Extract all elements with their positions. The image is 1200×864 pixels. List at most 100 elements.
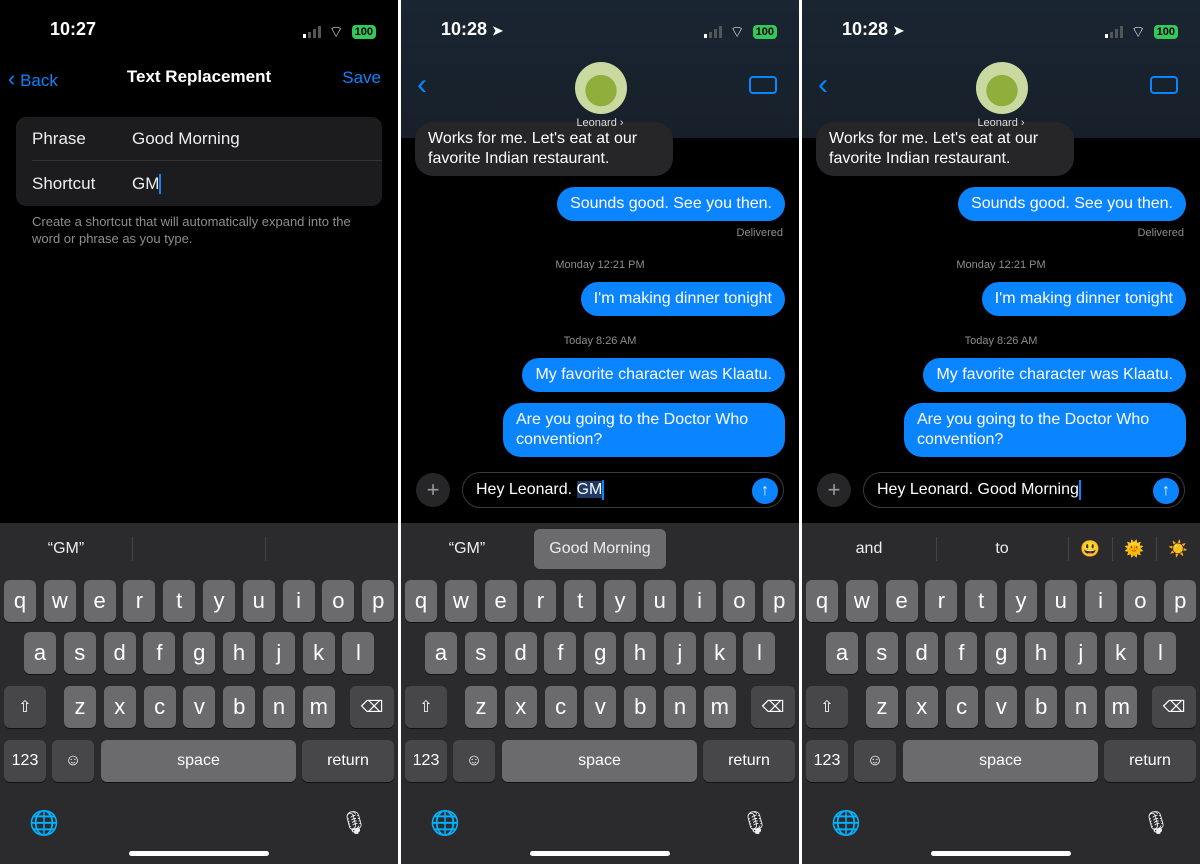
key-w[interactable]: w xyxy=(444,580,477,622)
back-chevron-icon[interactable]: ‹ xyxy=(417,70,427,100)
key-l[interactable]: l xyxy=(342,632,375,674)
key-d[interactable]: d xyxy=(905,632,938,674)
key-h[interactable]: h xyxy=(624,632,656,674)
key-u[interactable]: u xyxy=(643,580,676,622)
shift-key[interactable]: ⇧ xyxy=(806,686,848,728)
key-y[interactable]: y xyxy=(203,580,235,622)
message-input[interactable]: Hey Leonard. GM xyxy=(462,472,784,508)
key-j[interactable]: j xyxy=(262,632,295,674)
key-d[interactable]: d xyxy=(504,632,537,674)
key-b[interactable]: b xyxy=(1025,686,1058,728)
key-o[interactable]: o xyxy=(1124,580,1157,622)
key-p[interactable]: p xyxy=(1164,580,1197,622)
suggestion-item[interactable]: and xyxy=(802,523,936,575)
return-key[interactable]: return xyxy=(302,740,394,782)
key-i[interactable]: i xyxy=(683,580,716,622)
key-r[interactable]: r xyxy=(524,580,557,622)
emoji-key[interactable]: ☺ xyxy=(52,740,94,782)
key-q[interactable]: q xyxy=(405,580,437,622)
key-w[interactable]: w xyxy=(43,580,76,622)
key-c[interactable]: c xyxy=(945,686,978,728)
facetime-video-icon[interactable] xyxy=(749,76,777,94)
key-o[interactable]: o xyxy=(723,580,756,622)
key-j[interactable]: j xyxy=(1064,632,1097,674)
key-p[interactable]: p xyxy=(362,580,395,622)
key-a[interactable]: a xyxy=(24,632,56,674)
key-m[interactable]: m xyxy=(703,686,736,728)
key-n[interactable]: n xyxy=(1065,686,1097,728)
key-x[interactable]: x xyxy=(103,686,136,728)
globe-icon[interactable]: 🌐 xyxy=(826,801,866,845)
shift-key[interactable]: ⇧ xyxy=(405,686,447,728)
delete-key[interactable]: ⌫ xyxy=(751,686,795,728)
key-b[interactable]: b xyxy=(624,686,657,728)
contact-avatar[interactable] xyxy=(575,62,627,114)
key-i[interactable]: i xyxy=(1084,580,1117,622)
key-w[interactable]: w xyxy=(845,580,878,622)
return-key[interactable]: return xyxy=(703,740,795,782)
key-h[interactable]: h xyxy=(1025,632,1057,674)
send-button[interactable]: ↑ xyxy=(1153,478,1179,504)
key-n[interactable]: n xyxy=(263,686,295,728)
globe-icon[interactable]: 🌐 xyxy=(425,801,465,845)
key-g[interactable]: g xyxy=(985,632,1018,674)
key-i[interactable]: i xyxy=(282,580,315,622)
numbers-key[interactable]: 123 xyxy=(405,740,447,782)
key-k[interactable]: k xyxy=(302,632,335,674)
plus-button[interactable]: + xyxy=(416,473,450,507)
key-k[interactable]: k xyxy=(703,632,736,674)
contact-name[interactable]: Leonard › xyxy=(802,117,1200,129)
suggestion-item[interactable]: “GM” xyxy=(401,523,533,575)
key-r[interactable]: r xyxy=(925,580,958,622)
emoji-key[interactable]: ☺ xyxy=(453,740,495,782)
key-c[interactable]: c xyxy=(143,686,176,728)
microphone-icon[interactable]: 🎙 xyxy=(334,801,374,845)
plus-button[interactable]: + xyxy=(817,473,851,507)
microphone-icon[interactable]: 🎙 xyxy=(1136,801,1176,845)
facetime-video-icon[interactable] xyxy=(1150,76,1178,94)
suggestion-item[interactable]: ☀️ xyxy=(1156,523,1200,575)
key-a[interactable]: a xyxy=(826,632,858,674)
key-v[interactable]: v xyxy=(584,686,617,728)
suggestion-item[interactable]: to xyxy=(936,523,1068,575)
contact-avatar[interactable] xyxy=(976,62,1028,114)
key-z[interactable]: z xyxy=(465,686,497,728)
back-chevron-icon[interactable]: ‹ xyxy=(818,70,828,100)
send-button[interactable]: ↑ xyxy=(752,478,778,504)
key-e[interactable]: e xyxy=(83,580,116,622)
key-o[interactable]: o xyxy=(322,580,355,622)
message-input[interactable]: Hey Leonard. Good Morning xyxy=(863,472,1185,508)
microphone-icon[interactable]: 🎙 xyxy=(735,801,775,845)
key-q[interactable]: q xyxy=(806,580,838,622)
key-g[interactable]: g xyxy=(584,632,617,674)
key-t[interactable]: t xyxy=(965,580,998,622)
key-a[interactable]: a xyxy=(425,632,457,674)
key-d[interactable]: d xyxy=(103,632,136,674)
key-f[interactable]: f xyxy=(143,632,176,674)
key-q[interactable]: q xyxy=(4,580,36,622)
key-s[interactable]: s xyxy=(865,632,898,674)
key-x[interactable]: x xyxy=(504,686,537,728)
key-s[interactable]: s xyxy=(464,632,497,674)
contact-name[interactable]: Leonard › xyxy=(401,117,799,129)
return-key[interactable]: return xyxy=(1104,740,1196,782)
key-f[interactable]: f xyxy=(544,632,577,674)
key-z[interactable]: z xyxy=(64,686,96,728)
key-j[interactable]: j xyxy=(663,632,696,674)
phrase-row[interactable]: Phrase Good Morning xyxy=(32,117,382,161)
key-f[interactable]: f xyxy=(945,632,978,674)
key-y[interactable]: y xyxy=(1005,580,1037,622)
shift-key[interactable]: ⇧ xyxy=(4,686,46,728)
key-k[interactable]: k xyxy=(1104,632,1137,674)
space-key[interactable]: space xyxy=(903,740,1098,782)
save-button[interactable]: Save xyxy=(342,68,381,88)
key-u[interactable]: u xyxy=(242,580,275,622)
key-z[interactable]: z xyxy=(866,686,898,728)
suggestion-item[interactable]: 🌞 xyxy=(1112,523,1156,575)
key-s[interactable]: s xyxy=(63,632,96,674)
key-p[interactable]: p xyxy=(763,580,796,622)
key-v[interactable]: v xyxy=(183,686,216,728)
numbers-key[interactable]: 123 xyxy=(4,740,46,782)
key-b[interactable]: b xyxy=(223,686,256,728)
key-t[interactable]: t xyxy=(564,580,597,622)
